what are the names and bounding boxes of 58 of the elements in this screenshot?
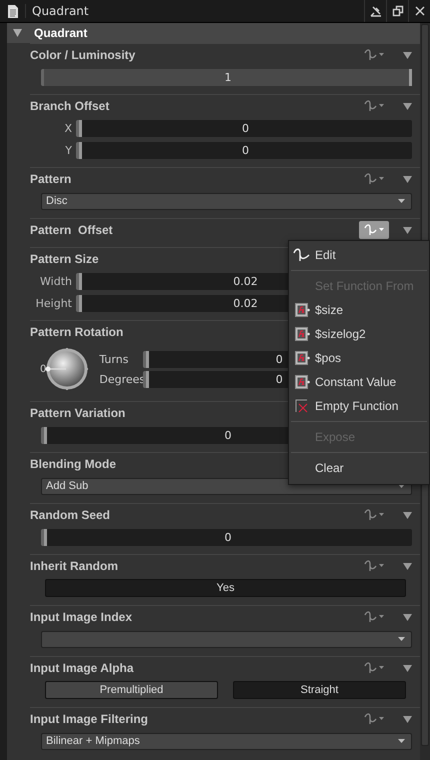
section-title: Branch Offset xyxy=(30,99,110,113)
caret-icon[interactable] xyxy=(403,176,412,182)
caret-icon[interactable] xyxy=(403,716,412,722)
section-title: Pattern Rotation xyxy=(30,325,124,339)
caret-icon[interactable] xyxy=(403,102,412,110)
slider-field[interactable]: 1 xyxy=(41,68,412,86)
restore-icon xyxy=(392,5,404,17)
function-node-icon xyxy=(294,351,310,365)
function-node-icon xyxy=(294,303,310,317)
dropdown-arrow-icon xyxy=(398,637,405,641)
caret-icon[interactable] xyxy=(403,52,412,58)
angle-label: 0 xyxy=(40,364,46,374)
section-title: Pattern Size xyxy=(30,252,99,266)
dropdown-arrow-icon xyxy=(398,739,405,743)
dropdown[interactable]: Bilinear + Mipmaps xyxy=(41,732,412,750)
curve-icon xyxy=(293,248,311,262)
field-label: Width xyxy=(39,274,72,288)
section-title: Inherit Random xyxy=(30,559,118,573)
group-header[interactable]: Quadrant xyxy=(7,23,420,43)
section-title: Input Image Filtering xyxy=(30,712,148,726)
section-title: Pattern xyxy=(30,172,72,186)
section-title: Pattern Variation xyxy=(30,406,126,420)
slider-field[interactable]: 0 xyxy=(76,142,412,158)
field-label: Y xyxy=(64,144,72,156)
caret-icon[interactable] xyxy=(403,664,412,672)
caret-icon[interactable] xyxy=(403,226,412,234)
field-label: X xyxy=(63,122,72,134)
pin-icon xyxy=(370,5,382,17)
slider-field[interactable]: 0 xyxy=(76,120,412,136)
document-icon xyxy=(7,4,19,18)
section-title: Color / Luminosity xyxy=(30,48,136,62)
section-title: Random Seed xyxy=(30,508,110,522)
field-label: Turns xyxy=(99,352,130,366)
option-button[interactable]: Straight xyxy=(233,681,406,699)
section-title: Input Image Index xyxy=(30,610,132,624)
menu-item[interactable]: $sizelog2 xyxy=(289,322,429,346)
caret-icon[interactable] xyxy=(403,614,412,620)
dropdown[interactable]: Disc xyxy=(41,192,412,210)
function-button[interactable] xyxy=(359,221,389,239)
section-title: Input Image Alpha xyxy=(30,661,134,675)
caret-icon[interactable] xyxy=(403,512,412,518)
menu-item[interactable]: Clear xyxy=(289,456,429,480)
function-node-icon xyxy=(294,375,310,389)
dropdown-arrow-icon xyxy=(398,199,405,203)
field-label: Degrees xyxy=(99,372,144,386)
caret-icon[interactable] xyxy=(403,562,412,570)
function-node-icon xyxy=(294,327,310,341)
menu-item[interactable]: Empty Function xyxy=(289,394,429,418)
option-button[interactable]: Premultiplied xyxy=(45,681,218,699)
toggle-button[interactable]: Yes xyxy=(45,579,406,597)
slider-field[interactable]: 0 xyxy=(41,528,412,546)
field-label: Height xyxy=(34,296,72,310)
close-icon xyxy=(414,5,426,17)
menu-item[interactable]: Edit xyxy=(289,243,429,267)
empty-function-icon xyxy=(294,399,310,413)
window-title: Quadrant xyxy=(25,4,89,18)
section-title: Pattern Offset xyxy=(30,223,113,237)
section-title: Blending Mode xyxy=(30,457,116,471)
